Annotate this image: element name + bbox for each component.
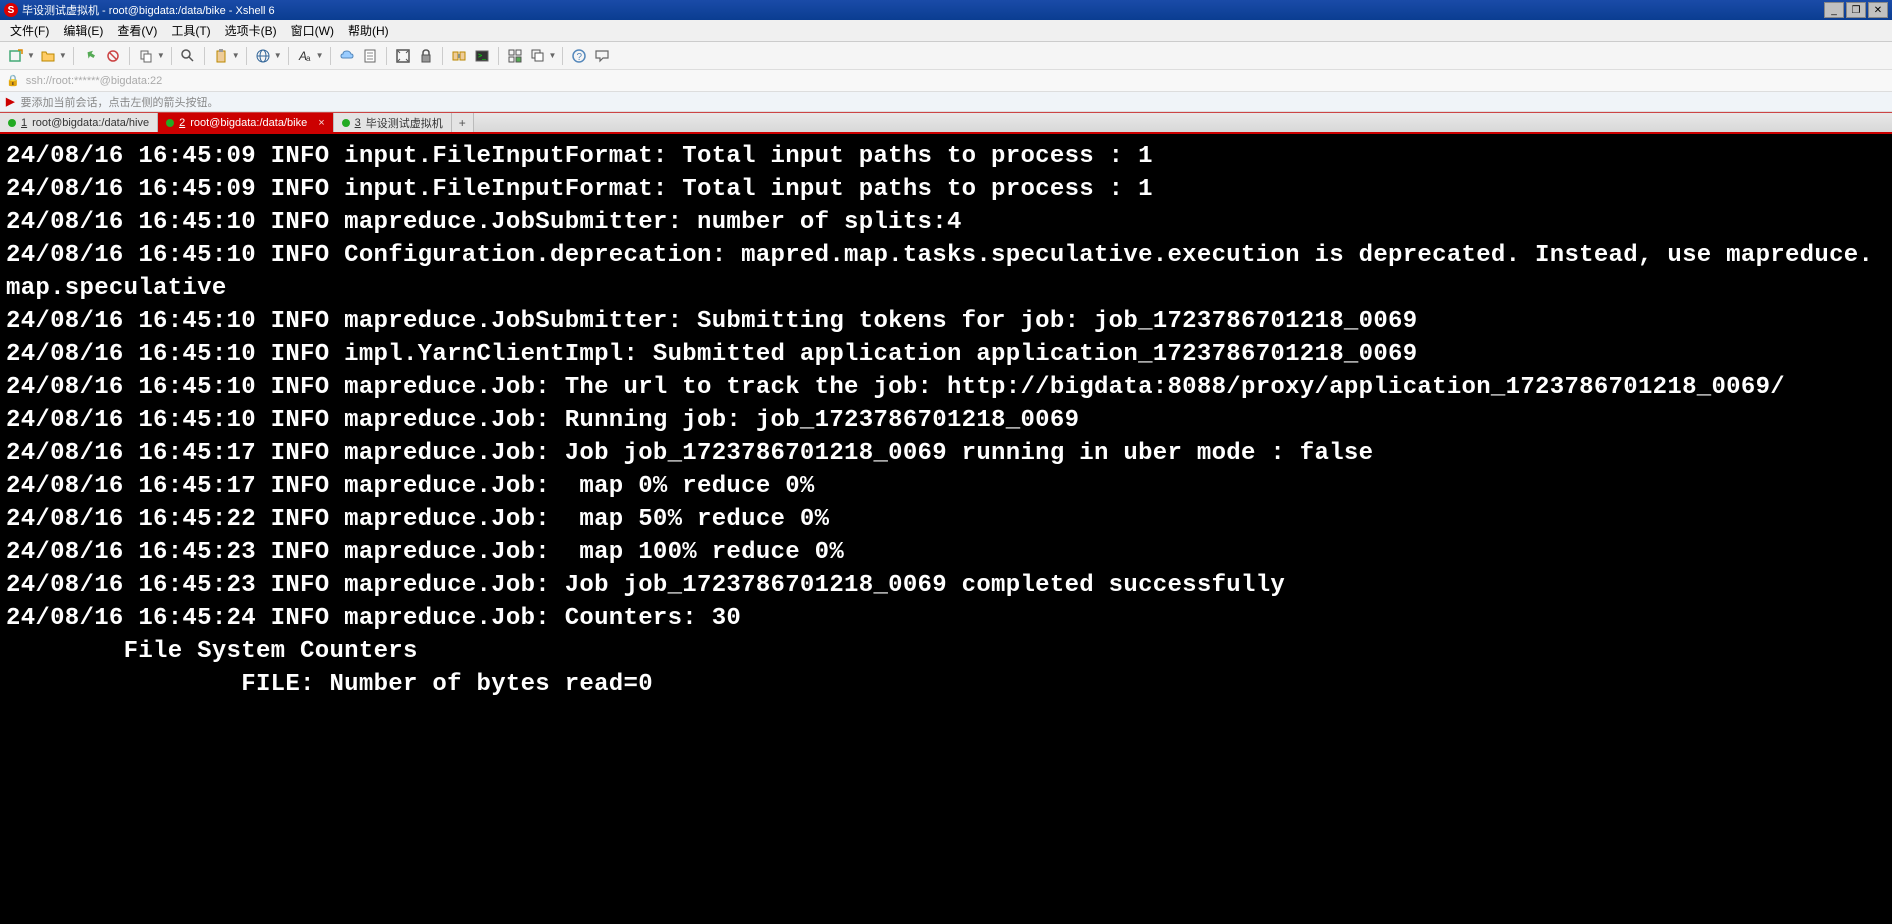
app-icon: S: [4, 3, 18, 17]
dropdown-icon[interactable]: ▼: [316, 51, 324, 60]
minimize-button[interactable]: _: [1824, 2, 1844, 18]
window-controls: _ ❐ ✕: [1824, 2, 1888, 18]
transfer-icon[interactable]: [449, 46, 469, 66]
tab-label: root@bigdata:/data/hive: [32, 117, 149, 129]
session-tabs: 1 root@bigdata:/data/hive 2 root@bigdata…: [0, 112, 1892, 134]
svg-text:a: a: [306, 54, 311, 63]
menu-file[interactable]: 文件(F): [4, 20, 55, 41]
lock-icon[interactable]: [416, 46, 436, 66]
menu-window[interactable]: 窗口(W): [285, 20, 340, 41]
font-icon[interactable]: Aa: [295, 46, 315, 66]
help-icon[interactable]: ?: [569, 46, 589, 66]
chat-icon[interactable]: [592, 46, 612, 66]
connection-dot-icon: [166, 119, 174, 127]
dropdown-icon[interactable]: ▼: [59, 51, 67, 60]
menu-help[interactable]: 帮助(H): [342, 20, 395, 41]
address-bar: 🔒 ssh://root:******@bigdata:22: [0, 70, 1892, 92]
menu-edit[interactable]: 编辑(E): [57, 20, 109, 41]
tab-session-2[interactable]: 2 root@bigdata:/data/bike ×: [158, 113, 334, 132]
tab-number: 3: [355, 117, 361, 129]
tab-label: 毕设测试虚拟机: [366, 115, 443, 131]
tab-number: 1: [21, 117, 27, 129]
menu-tools[interactable]: 工具(T): [165, 20, 216, 41]
toolbar: ▼ ▼ ▼ ▼ ▼ Aa ▼: [0, 42, 1892, 70]
title-bar: S 毕设测试虚拟机 - root@bigdata:/data/bike - Xs…: [0, 0, 1892, 20]
terminal-icon[interactable]: >_: [472, 46, 492, 66]
svg-text:>_: >_: [478, 53, 486, 60]
address-text[interactable]: ssh://root:******@bigdata:22: [26, 75, 163, 87]
connection-dot-icon: [8, 119, 16, 127]
dropdown-icon[interactable]: ▼: [232, 51, 240, 60]
search-icon[interactable]: [178, 46, 198, 66]
dropdown-icon[interactable]: ▼: [157, 51, 165, 60]
hint-bar: ▶ 要添加当前会话，点击左侧的箭头按钮。: [0, 92, 1892, 112]
menu-view[interactable]: 查看(V): [111, 20, 163, 41]
terminal-output[interactable]: 24/08/16 16:45:09 INFO input.FileInputFo…: [0, 134, 1892, 924]
cloud-icon[interactable]: [337, 46, 357, 66]
window-title: 毕设测试虚拟机 - root@bigdata:/data/bike - Xshe…: [22, 2, 1824, 18]
flag-icon[interactable]: ▶: [6, 95, 14, 108]
maximize-button[interactable]: ❐: [1846, 2, 1866, 18]
open-icon[interactable]: [38, 46, 58, 66]
cascade-icon[interactable]: [528, 46, 548, 66]
tab-session-1[interactable]: 1 root@bigdata:/data/hive: [0, 113, 158, 132]
paste-icon[interactable]: [211, 46, 231, 66]
copy-icon[interactable]: [136, 46, 156, 66]
connection-dot-icon: [342, 119, 350, 127]
disconnect-icon[interactable]: [103, 46, 123, 66]
menu-bar: 文件(F) 编辑(E) 查看(V) 工具(T) 选项卡(B) 窗口(W) 帮助(…: [0, 20, 1892, 42]
tab-session-3[interactable]: 3 毕设测试虚拟机: [334, 113, 452, 132]
tab-close-icon[interactable]: ×: [318, 117, 324, 129]
hint-text: 要添加当前会话，点击左侧的箭头按钮。: [20, 94, 218, 110]
properties-icon[interactable]: [360, 46, 380, 66]
dropdown-icon[interactable]: ▼: [549, 51, 557, 60]
dropdown-icon[interactable]: ▼: [274, 51, 282, 60]
menu-tab[interactable]: 选项卡(B): [219, 20, 283, 41]
globe-icon[interactable]: [253, 46, 273, 66]
add-tab-button[interactable]: +: [452, 113, 474, 132]
close-window-button[interactable]: ✕: [1868, 2, 1888, 18]
lock-small-icon: 🔒: [6, 74, 20, 87]
reconnect-icon[interactable]: [80, 46, 100, 66]
tab-number: 2: [179, 117, 185, 129]
dropdown-icon[interactable]: ▼: [27, 51, 35, 60]
svg-text:?: ?: [577, 52, 583, 63]
tile-icon[interactable]: [505, 46, 525, 66]
fullscreen-icon[interactable]: [393, 46, 413, 66]
tab-label: root@bigdata:/data/bike: [190, 117, 307, 129]
new-session-icon[interactable]: [6, 46, 26, 66]
